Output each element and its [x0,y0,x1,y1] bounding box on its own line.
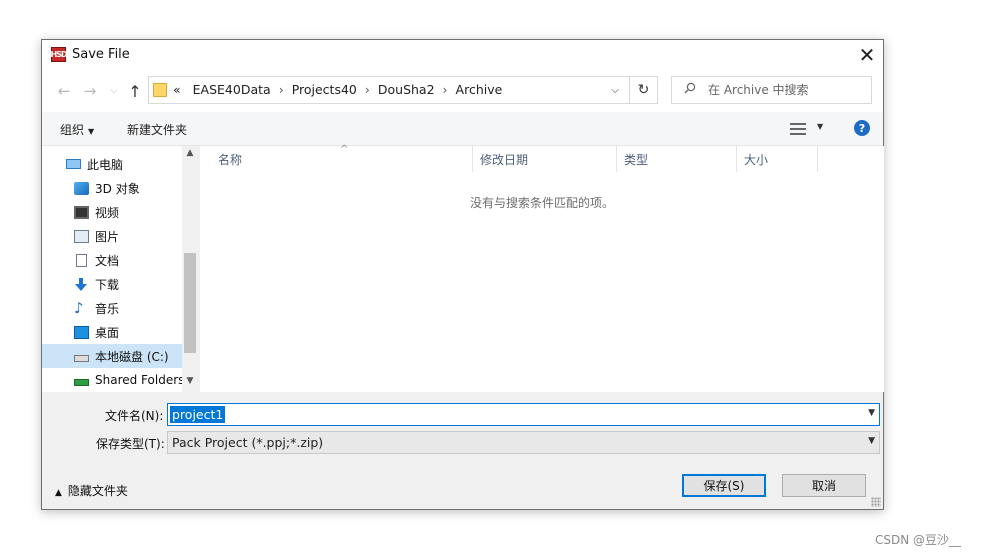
sidebar-item-label: 桌面 [95,325,120,340]
sidebar-item-label: 本地磁盘 (C:) [95,349,169,364]
sidebar-item-shared-folders[interactable]: Shared Folders [42,368,182,392]
network-drive-icon [74,378,89,386]
sidebar-item-videos[interactable]: 视频 [42,200,182,224]
sidebar-item-3d-objects[interactable]: 3D 对象 [42,176,182,200]
up-button[interactable]: ↑ [123,80,147,102]
computer-icon [66,159,81,169]
save-button[interactable]: 保存(S) [682,474,766,497]
sidebar-item-label: 下载 [95,277,120,292]
hide-folders-label: 隐藏文件夹 [67,484,128,498]
drive-icon [74,354,89,362]
organize-menu[interactable]: 组织 ▼ [60,121,94,138]
column-divider[interactable] [472,146,473,172]
toolbar: 组织 ▼ 新建文件夹 ▼ ? [42,112,883,146]
sidebar-item-label: 音乐 [95,301,120,316]
sidebar-item-label: Shared Folders [95,373,182,387]
search-icon [684,82,696,97]
sidebar-item-label: 视频 [95,205,120,220]
chevron-down-icon[interactable]: ▼ [868,436,875,446]
app-icon: HSD [50,47,68,62]
sidebar-item-downloads[interactable]: 下载 [42,272,182,296]
filetype-label: 保存类型(T): [96,437,165,451]
sidebar-item-label: 3D 对象 [95,181,140,196]
forward-button[interactable]: → [78,80,102,102]
back-button[interactable]: ← [52,80,76,102]
window-title: Save File [72,47,130,62]
sidebar-item-this-pc[interactable]: 此电脑 [42,152,182,176]
sort-ascending-icon: ^ [340,144,349,155]
help-icon[interactable]: ? [854,120,870,136]
search-input[interactable] [708,82,863,98]
desktop-icon [74,325,89,339]
close-button[interactable]: ✕ [851,40,883,70]
breadcrumb-item-projects40[interactable]: Projects40 [292,82,357,97]
column-header-size[interactable]: 大小 [744,146,768,172]
sidebar-item-pictures[interactable]: 图片 [42,224,182,248]
column-divider[interactable] [736,146,737,172]
cancel-button[interactable]: 取消 [782,474,866,497]
breadcrumb-separator[interactable]: › [443,82,448,97]
folder-icon [153,83,167,97]
column-header-date-modified[interactable]: 修改日期 [480,146,528,172]
address-bar[interactable]: « EASE40Data › Projects40 › DouSha2 › Archive … [148,76,630,104]
chevron-down-icon: ▼ [88,127,95,136]
chevron-down-icon[interactable]: ▼ [868,408,875,418]
watermark: CSDN @豆沙__ [875,533,962,547]
new-folder-button[interactable]: 新建文件夹 [127,121,187,138]
breadcrumb-item-dousha2[interactable]: DouSha2 [378,82,435,97]
sidebar-item-label: 此电脑 [87,157,124,172]
scroll-down-icon[interactable]: ▼ [182,376,198,390]
sidebar-item-documents[interactable]: 文档 [42,248,182,272]
breadcrumb-item-ease40data[interactable]: EASE40Data [193,82,271,97]
sidebar-item-label: 图片 [95,229,120,244]
sidebar-item-music[interactable]: ♪ 音乐 [42,296,182,320]
organize-label: 组织 [60,123,85,137]
view-dropdown-button[interactable]: ▼ [817,122,823,131]
search-box[interactable] [671,76,872,104]
pictures-icon [74,229,89,243]
column-header-name[interactable]: 名称 [218,146,242,172]
documents-icon [76,253,87,267]
file-list: ^ 名称 修改日期 类型 大小 没有与搜索条件匹配的项。 [200,144,884,392]
sidebar-item-label: 文档 [95,253,120,268]
sidebar-scrollbar-thumb[interactable] [184,253,196,353]
breadcrumb-item-archive[interactable]: Archive [456,82,503,97]
breadcrumb-separator[interactable]: › [365,82,370,97]
column-divider[interactable] [817,146,818,172]
filename-value[interactable]: project1 [170,406,226,423]
sidebar-item-local-disk-c[interactable]: 本地磁盘 (C:) [42,344,182,368]
hide-folders-button[interactable]: ▲ 隐藏文件夹 [55,482,128,499]
chevron-up-icon: ▲ [55,488,62,498]
downloads-icon [74,277,89,291]
empty-list-message: 没有与搜索条件匹配的项。 [469,196,614,210]
title-bar: HSD Save File ✕ [42,40,883,70]
breadcrumb-separator[interactable]: › [279,82,284,97]
refresh-button[interactable]: ↻ [630,76,658,104]
filename-field[interactable]: project1 ▼ [167,403,880,426]
navigation-bar: ← → ⌵ ↑ « EASE40Data › Projects40 › DouSha2 ›… [42,70,883,112]
breadcrumb: « EASE40Data › Projects40 › DouSha2 › Archive [173,82,502,97]
music-icon: ♪ [74,298,84,317]
resize-grip-icon[interactable] [871,497,881,507]
column-divider[interactable] [616,146,617,172]
scroll-up-icon[interactable]: ▲ [182,148,198,162]
view-options-icon[interactable] [790,122,814,136]
navigation-pane: 此电脑 3D 对象 视频 图片 文档 下载 ♪ 音乐 桌面 本地磁盘 (C:) … [42,146,182,392]
breadcrumb-overflow[interactable]: « [173,82,181,97]
video-icon [74,205,89,219]
column-header-type[interactable]: 类型 [624,146,648,172]
sidebar-item-desktop[interactable]: 桌面 [42,320,182,344]
save-file-dialog: HSD Save File ✕ ← → ⌵ ↑ « EASE40Data › Pro… [41,39,884,510]
filetype-value: Pack Project (*.ppj;*.zip) [172,435,324,450]
3d-objects-icon [74,181,89,195]
filetype-select[interactable]: Pack Project (*.ppj;*.zip) ▼ [167,431,880,454]
address-dropdown-button[interactable]: ⌵ [601,77,629,103]
filename-label: 文件名(N): [105,409,164,423]
